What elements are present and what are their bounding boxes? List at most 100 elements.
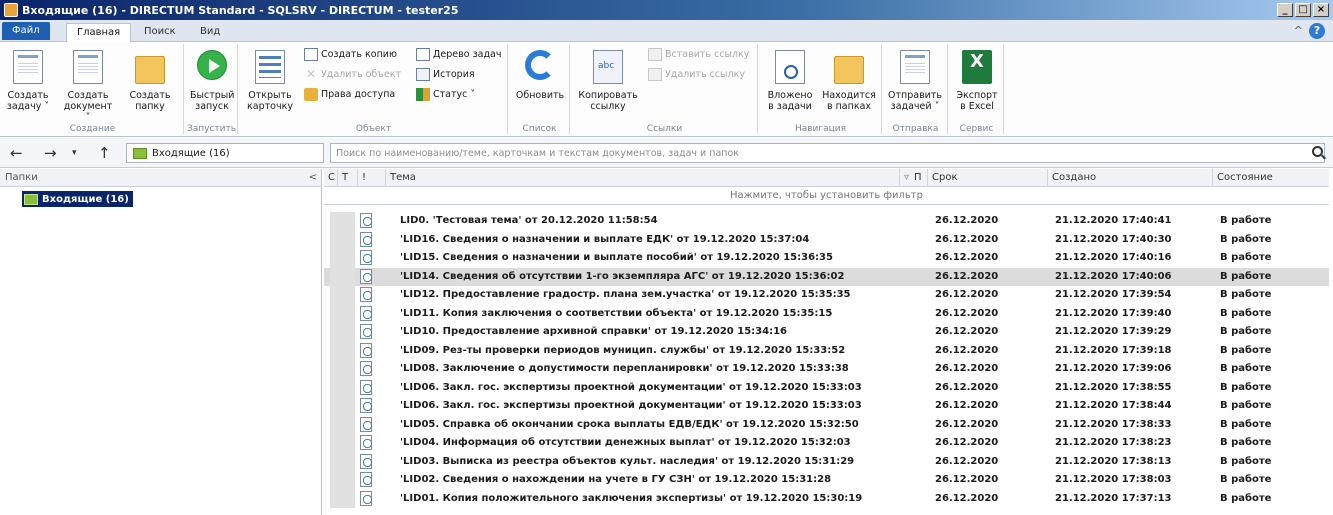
table-row[interactable]: 'LID12. Предоставление градостр. плана з…: [324, 286, 1329, 305]
status-button[interactable]: Статус ˅: [416, 88, 475, 101]
cell-topic: 'LID08. Заключение о допустимости перепл…: [400, 363, 849, 374]
task-tree-button[interactable]: Дерево задач: [416, 48, 501, 61]
task-icon: [360, 213, 372, 228]
back-arrow-icon[interactable]: ←: [10, 144, 23, 162]
table-row[interactable]: 'LID06. Закл. гос. экспертизы проектной …: [324, 397, 1329, 416]
paste-link-button[interactable]: Вставить ссылку: [648, 48, 749, 61]
task-icon: [360, 453, 372, 469]
column-header-t[interactable]: Т: [338, 169, 358, 187]
history-button[interactable]: История: [416, 68, 475, 81]
tab-search[interactable]: Поиск: [134, 23, 186, 42]
cell-state: В работе: [1220, 307, 1272, 319]
up-arrow-icon[interactable]: ↑: [98, 144, 111, 162]
open-card-button[interactable]: Открыть карточку: [246, 50, 294, 112]
table-row[interactable]: 'LID04. Информация об отсутствии денежны…: [324, 434, 1329, 453]
search-icon[interactable]: [1312, 146, 1323, 157]
column-header-topic[interactable]: Тема: [386, 169, 900, 187]
table-row[interactable]: 'LID09. Рез-ты проверки периодов муницип…: [324, 341, 1329, 360]
create-task-button[interactable]: Создать задачу ˅: [6, 50, 50, 112]
column-header-c[interactable]: С: [324, 169, 338, 187]
nested-icon: [775, 50, 805, 84]
task-icon: [360, 324, 372, 339]
create-document-button[interactable]: Создать документ ˅: [62, 50, 114, 123]
column-header-importance[interactable]: !: [358, 169, 386, 187]
title-bar: Входящие (16) - DIRECTUM Standard - SQLS…: [0, 0, 1333, 20]
table-row[interactable]: 'LID03. Выписка из реестра объектов куль…: [324, 452, 1329, 471]
column-header-due[interactable]: Срок: [928, 169, 1048, 187]
table-row[interactable]: 'LID05. Справка об окончании срока выпла…: [324, 415, 1329, 434]
tab-file[interactable]: Файл: [2, 22, 50, 40]
cell-created: 21.12.2020 17:39:18: [1055, 344, 1172, 356]
search-input[interactable]: [330, 143, 1325, 163]
cell-due: 26.12.2020: [935, 215, 999, 226]
cell-due: 26.12.2020: [935, 289, 999, 300]
folder-pane-header: Папки <: [0, 169, 321, 187]
table-row[interactable]: 'LID11. Копия заключения о соответствии …: [324, 304, 1329, 323]
close-button[interactable]: ×: [1313, 3, 1329, 17]
cell-topic: 'LID09. Рез-ты проверки периодов муницип…: [400, 344, 846, 356]
copy-link-button[interactable]: Копировать ссылку: [576, 50, 640, 112]
column-header-p[interactable]: П: [910, 169, 928, 187]
nested-in-tasks-button[interactable]: Вложено в задачи: [762, 50, 818, 112]
table-row[interactable]: 'LID16. Сведения о назначении и выплате …: [324, 230, 1329, 249]
group-label: Список: [522, 124, 557, 134]
table-row[interactable]: 'LID01. Копия положительного заключения …: [324, 489, 1329, 508]
document-icon: [73, 50, 103, 84]
minimize-button[interactable]: _: [1277, 3, 1293, 17]
quick-run-button[interactable]: Быстрый запуск: [190, 50, 234, 112]
access-rights-button[interactable]: Права доступа: [304, 88, 395, 101]
table-row[interactable]: 'LID08. Заключение о допустимости перепл…: [324, 360, 1329, 379]
table-row[interactable]: 'LID14. Сведения об отсутствии 1-го экзе…: [324, 267, 1329, 286]
group-label: Создание: [69, 124, 116, 134]
send-as-task-button[interactable]: Отправить задачей ˅: [886, 50, 944, 112]
group-create: Создать задачу ˅ Создать документ ˅ Созд…: [2, 44, 184, 134]
table-row[interactable]: 'LID06. Закл. гос. экспертизы проектной …: [324, 378, 1329, 397]
create-folder-button[interactable]: Создать папку: [128, 50, 172, 112]
export-excel-button[interactable]: Экспорт в Excel: [952, 50, 1002, 112]
send-icon: [900, 50, 930, 84]
cell-topic: 'LID06. Закл. гос. экспертизы проектной …: [400, 381, 862, 393]
forward-arrow-icon[interactable]: →: [44, 144, 57, 162]
table-row[interactable]: 'LID15. Сведения о назначении и выплате …: [324, 249, 1329, 268]
column-header-created[interactable]: Создано: [1048, 169, 1213, 187]
cell-due: 26.12.2020: [935, 233, 999, 245]
cell-topic: 'LID15. Сведения о назначении и выплате …: [400, 252, 833, 263]
task-icon: [360, 231, 372, 247]
cell-state: В работе: [1220, 418, 1272, 430]
maximize-button[interactable]: □: [1295, 3, 1311, 17]
history-icon: [416, 68, 430, 81]
table-row[interactable]: 'LID10. Предоставление архивной справки'…: [324, 323, 1329, 342]
located-in-folders-button[interactable]: Находится в папках: [820, 50, 878, 112]
tree-icon: [416, 48, 430, 61]
tab-home[interactable]: Главная: [66, 23, 132, 42]
task-icon: [360, 416, 372, 432]
column-header-state[interactable]: Состояние: [1213, 169, 1329, 187]
delete-link-button[interactable]: Удалить ссылку: [648, 68, 745, 81]
delete-object-button[interactable]: ✕ Удалить объект: [304, 68, 401, 81]
refresh-icon: [525, 50, 555, 80]
filter-row[interactable]: Нажмите, чтобы установить фильтр: [324, 187, 1329, 205]
cell-topic: 'LID02. Сведения о нахождении на учете в…: [400, 474, 832, 485]
cell-created: 21.12.2020 17:38:13: [1055, 455, 1172, 467]
collapse-pane-icon[interactable]: <: [309, 169, 317, 187]
cell-state: В работе: [1220, 437, 1272, 448]
cell-state: В работе: [1220, 233, 1272, 245]
table-row[interactable]: 'LID02. Сведения о нахождении на учете в…: [324, 471, 1329, 490]
cell-created: 21.12.2020 17:39:54: [1055, 289, 1172, 300]
collapse-ribbon-icon[interactable]: ^: [1294, 24, 1303, 37]
task-grid: С Т ! Тема ▿ П Срок Создано Состояние На…: [324, 169, 1329, 515]
cell-topic: LID0. 'Тестовая тема' от 20.12.2020 11:5…: [400, 215, 658, 226]
help-icon[interactable]: ?: [1309, 23, 1325, 39]
table-row[interactable]: LID0. 'Тестовая тема' от 20.12.2020 11:5…: [324, 212, 1329, 231]
create-copy-button[interactable]: Создать копию: [304, 48, 397, 61]
group-send: Отправить задачей ˅ Отправка: [884, 44, 948, 134]
row-gutter: [330, 304, 355, 323]
address-bar: ← → ▾ ↑ Входящие (16): [0, 138, 1333, 168]
history-dropdown-icon[interactable]: ▾: [72, 148, 77, 158]
breadcrumb[interactable]: Входящие (16): [126, 143, 324, 163]
folder-item-inbox[interactable]: Входящие (16): [22, 191, 133, 207]
group-run: Быстрый запуск Запустить: [186, 44, 238, 134]
cell-due: 26.12.2020: [935, 437, 999, 448]
refresh-button[interactable]: Обновить: [514, 50, 566, 101]
tab-view[interactable]: Вид: [190, 23, 230, 42]
